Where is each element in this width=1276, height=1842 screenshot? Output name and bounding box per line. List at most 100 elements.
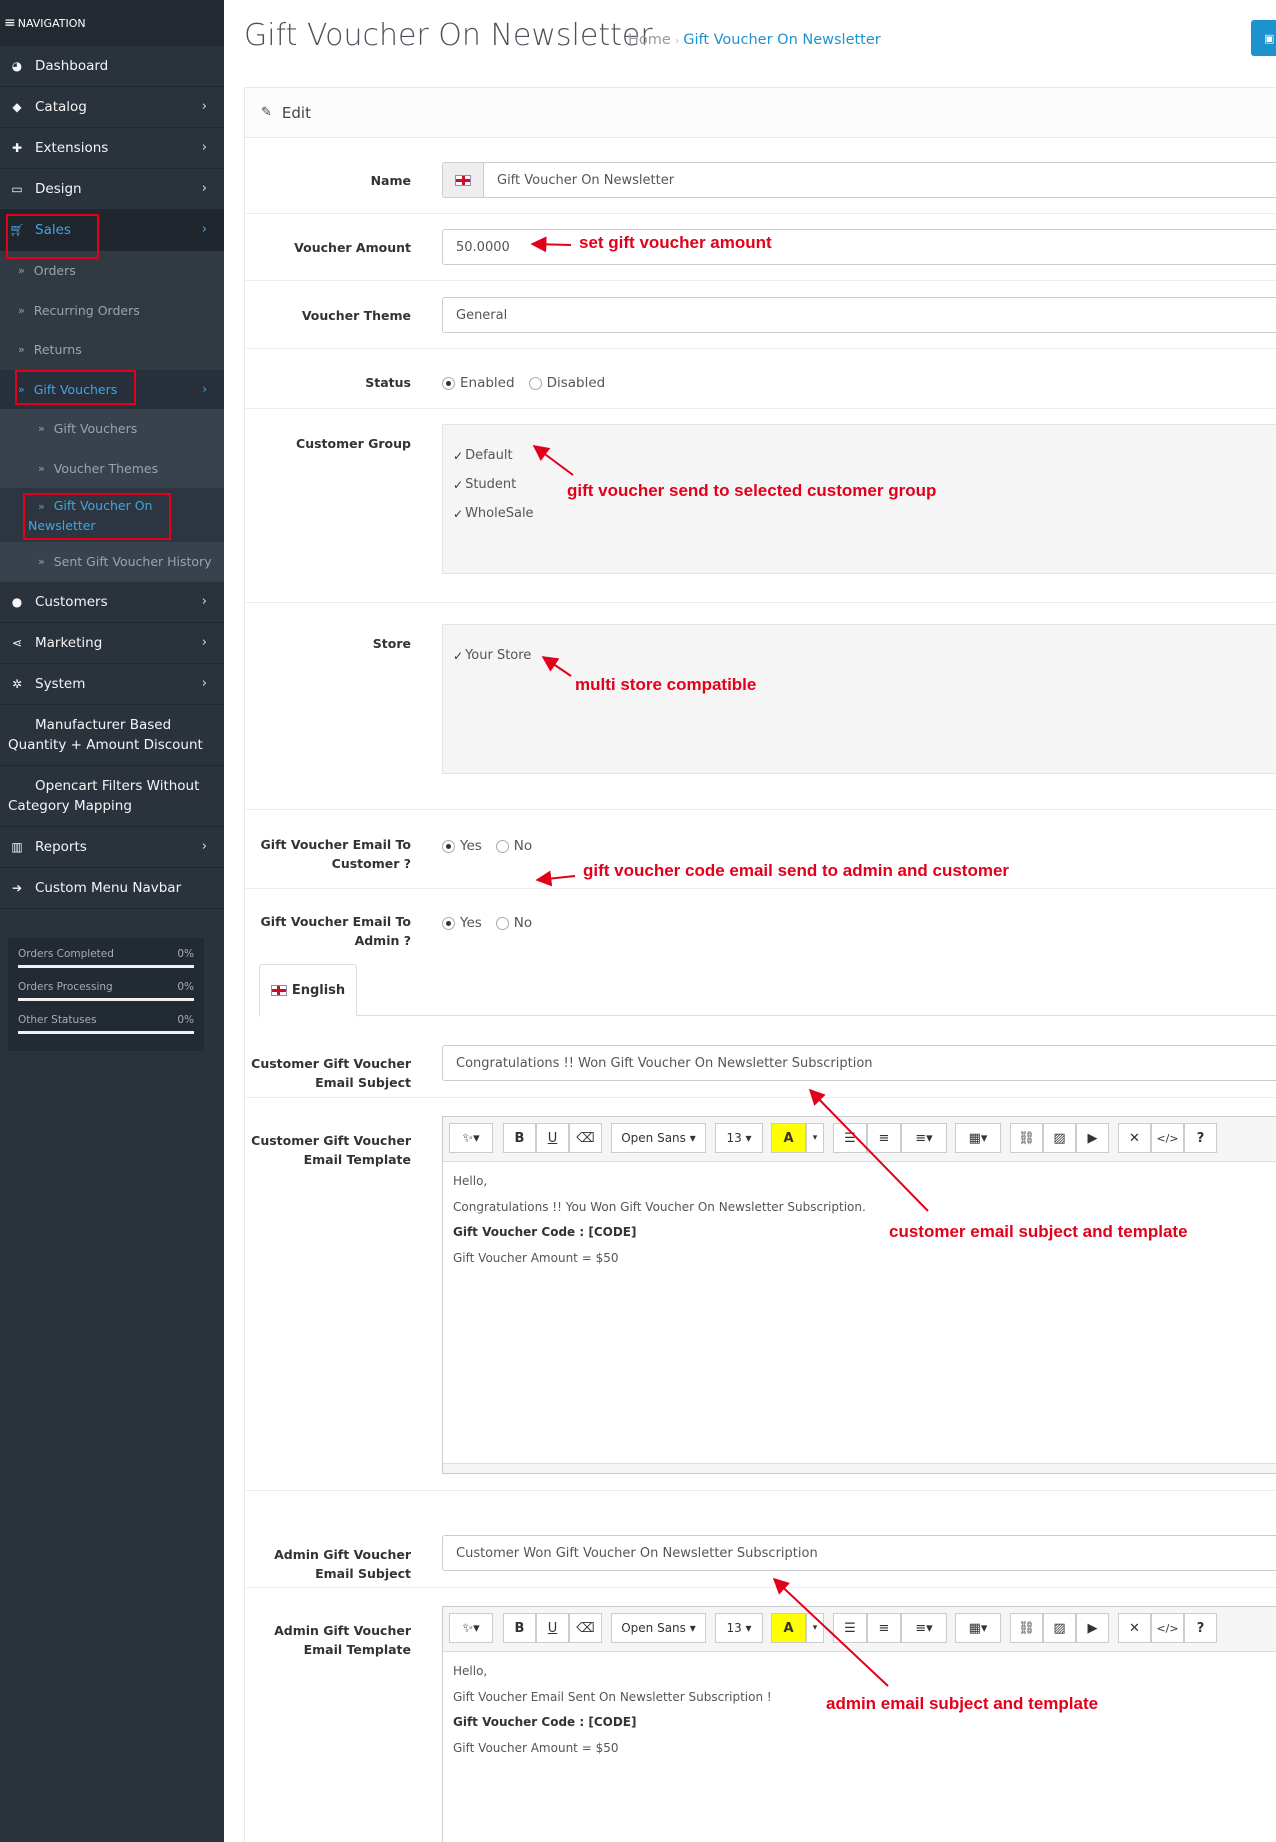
- save-button[interactable]: ▣: [1251, 20, 1276, 56]
- customer-group-default[interactable]: ✓ Default: [453, 441, 1276, 470]
- store-your-store[interactable]: ✓ Your Store: [453, 641, 1276, 670]
- align-icon[interactable]: ≡▾: [901, 1613, 947, 1643]
- code-view-icon[interactable]: </>: [1151, 1613, 1184, 1643]
- font-family-dropdown[interactable]: Open Sans ▾: [611, 1123, 706, 1153]
- checkbox-checked-icon[interactable]: ✓: [453, 478, 463, 492]
- text-color-icon[interactable]: A: [771, 1613, 806, 1643]
- voucher-theme-select[interactable]: General: [442, 297, 1276, 333]
- cust-template-editor[interactable]: ✨︎▾ B U ⌫ Open Sans ▾ 13 ▾ A ▾ ☰ ≡ ≡▾ ▦▾…: [442, 1116, 1276, 1474]
- link-icon[interactable]: ⛓︎: [1010, 1613, 1043, 1643]
- editor-content[interactable]: Hello, Gift Voucher Email Sent On Newsle…: [443, 1652, 1276, 1778]
- text-color-icon[interactable]: A: [771, 1123, 806, 1153]
- bold-button[interactable]: B: [503, 1123, 536, 1153]
- status-enabled-radio[interactable]: [442, 376, 455, 390]
- link-icon[interactable]: ⛓︎: [1010, 1123, 1043, 1153]
- status-enabled-label[interactable]: Enabled: [460, 375, 515, 391]
- name-input[interactable]: Gift Voucher On Newsletter: [483, 162, 1276, 198]
- email-customer-yes-radio[interactable]: [442, 839, 455, 853]
- table-icon[interactable]: ▦▾: [955, 1123, 1001, 1153]
- admin-subject-input[interactable]: Customer Won Gift Voucher On Newsletter …: [442, 1535, 1276, 1571]
- admin-subject-label: Admin Gift Voucher Email Subject: [274, 1547, 411, 1581]
- double-chevron-icon: »: [38, 555, 45, 569]
- sidebar-item-opencart-filters[interactable]: Opencart Filters Without Category Mappin…: [0, 766, 224, 827]
- checkbox-checked-icon[interactable]: ✓: [453, 507, 463, 521]
- ordered-list-icon[interactable]: ≡: [867, 1123, 901, 1153]
- admin-template-editor[interactable]: ✨︎▾ B U ⌫ Open Sans ▾ 13 ▾ A ▾ ☰ ≡ ≡▾ ▦▾…: [442, 1606, 1276, 1842]
- video-icon[interactable]: ▶: [1076, 1613, 1109, 1643]
- email-admin-yes-radio[interactable]: [442, 916, 455, 930]
- annotation-email: gift voucher code email send to admin an…: [583, 861, 1010, 880]
- help-icon[interactable]: ?: [1184, 1123, 1217, 1153]
- sidebar-item-customers[interactable]: ● Customers ›: [0, 582, 224, 623]
- font-family-dropdown[interactable]: Open Sans ▾: [611, 1613, 706, 1643]
- sidebar-item-dashboard[interactable]: ◕ Dashboard: [0, 46, 224, 87]
- editor-resize-handle[interactable]: [443, 1463, 1276, 1473]
- table-icon[interactable]: ▦▾: [955, 1613, 1001, 1643]
- email-admin-no-radio[interactable]: [495, 916, 509, 930]
- email-customer-no-radio[interactable]: [495, 839, 509, 853]
- chevron-down-icon[interactable]: ▾: [806, 1123, 824, 1153]
- sidebar-item-reports[interactable]: ▥ Reports ›: [0, 827, 224, 868]
- underline-button[interactable]: U: [536, 1123, 569, 1153]
- no-label[interactable]: No: [514, 838, 532, 854]
- image-icon[interactable]: ▨: [1043, 1123, 1076, 1153]
- font-size-dropdown[interactable]: 13 ▾: [715, 1613, 763, 1643]
- group-label: Student: [465, 477, 517, 492]
- cust-subject-input[interactable]: Congratulations !! Won Gift Voucher On N…: [442, 1045, 1276, 1081]
- sidebar: ≡ NAVIGATION ◕ Dashboard ◆ Catalog › ✚ Extens…: [0, 0, 224, 1842]
- stat-label: Other Statuses: [18, 1014, 97, 1026]
- tab-english[interactable]: English: [259, 964, 357, 1017]
- breadcrumb-home[interactable]: Home: [628, 32, 671, 48]
- sidebar-item-catalog[interactable]: ◆ Catalog ›: [0, 87, 224, 128]
- eraser-icon[interactable]: ⌫: [569, 1613, 602, 1643]
- magic-wand-icon[interactable]: ✨︎▾: [449, 1613, 493, 1643]
- divider: [245, 1490, 1276, 1491]
- sidebar-item-design[interactable]: ▭ Design ›: [0, 169, 224, 210]
- sidebar-item-custom-menu[interactable]: ➔ Custom Menu Navbar: [0, 868, 224, 909]
- font-size-dropdown[interactable]: 13 ▾: [715, 1123, 763, 1153]
- sidebar-item-sent-history[interactable]: » Sent Gift Voucher History: [0, 542, 224, 582]
- sidebar-item-marketing[interactable]: ⋖ Marketing ›: [0, 623, 224, 664]
- nav-header[interactable]: ≡ NAVIGATION: [0, 0, 224, 46]
- voucher-amount-input[interactable]: 50.0000: [442, 229, 1276, 265]
- sidebar-item-extensions[interactable]: ✚ Extensions ›: [0, 128, 224, 169]
- no-label[interactable]: No: [514, 915, 532, 931]
- breadcrumb-separator-icon: ›: [674, 34, 680, 47]
- customer-group-wholesale[interactable]: ✓ WholeSale: [453, 499, 1276, 528]
- puzzle-icon: ✚: [11, 141, 23, 155]
- unordered-list-icon[interactable]: ☰: [833, 1123, 867, 1153]
- checkbox-checked-icon[interactable]: ✓: [453, 449, 463, 463]
- bold-button[interactable]: B: [503, 1613, 536, 1643]
- dashboard-icon: ◕: [11, 59, 23, 73]
- ordered-list-icon[interactable]: ≡: [867, 1613, 901, 1643]
- sidebar-item-manufacturer-discount[interactable]: Manufacturer Based Quantity + Amount Dis…: [0, 705, 224, 766]
- eraser-icon[interactable]: ⌫: [569, 1123, 602, 1153]
- gear-icon: ✲: [11, 676, 23, 691]
- sidebar-item-returns[interactable]: » Returns: [0, 330, 224, 370]
- help-icon[interactable]: ?: [1184, 1613, 1217, 1643]
- code-view-icon[interactable]: </>: [1151, 1123, 1184, 1153]
- checkbox-checked-icon[interactable]: ✓: [453, 649, 463, 663]
- sidebar-item-voucher-themes[interactable]: » Voucher Themes: [0, 449, 224, 489]
- uk-flag-icon: [270, 985, 287, 996]
- align-icon[interactable]: ≡▾: [901, 1123, 947, 1153]
- video-icon[interactable]: ▶: [1076, 1123, 1109, 1153]
- image-icon[interactable]: ▨: [1043, 1613, 1076, 1643]
- underline-button[interactable]: U: [536, 1613, 569, 1643]
- sidebar-item-label: Dashboard: [35, 58, 109, 74]
- status-disabled-label[interactable]: Disabled: [547, 375, 606, 391]
- magic-wand-icon[interactable]: ✨︎▾: [449, 1123, 493, 1153]
- unordered-list-icon[interactable]: ☰: [833, 1613, 867, 1643]
- breadcrumb-current[interactable]: Gift Voucher On Newsletter: [683, 32, 881, 48]
- chevron-right-icon: ›: [201, 593, 207, 609]
- fullscreen-icon[interactable]: ✕: [1118, 1613, 1151, 1643]
- chevron-down-icon[interactable]: ▾: [806, 1613, 824, 1643]
- sidebar-item-recurring-orders[interactable]: » Recurring Orders: [0, 291, 224, 331]
- breadcrumb: Home › Gift Voucher On Newsletter: [628, 32, 881, 48]
- sidebar-item-system[interactable]: ✲ System ›: [0, 664, 224, 705]
- fullscreen-icon[interactable]: ✕: [1118, 1123, 1151, 1153]
- yes-label[interactable]: Yes: [460, 915, 482, 931]
- sidebar-item-gift-vouchers-list[interactable]: » Gift Vouchers: [0, 409, 224, 449]
- yes-label[interactable]: Yes: [460, 838, 482, 854]
- status-disabled-radio[interactable]: [528, 376, 542, 390]
